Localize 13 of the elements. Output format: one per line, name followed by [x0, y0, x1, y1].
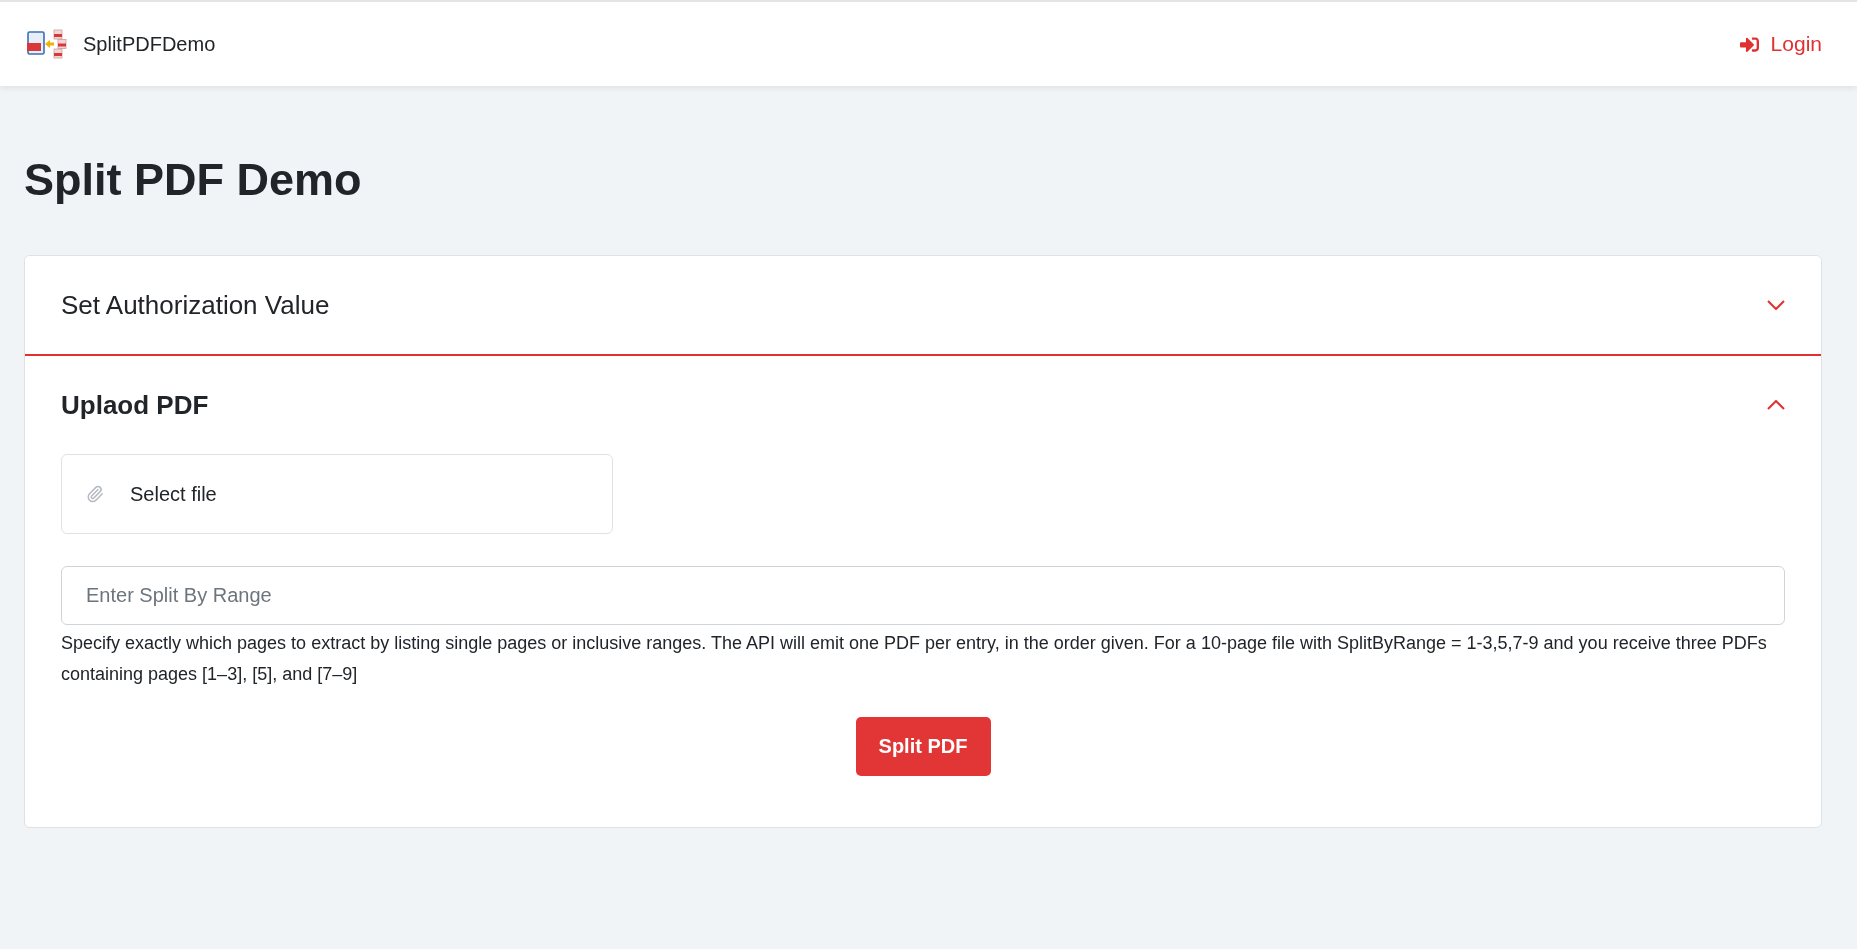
paperclip-icon [86, 485, 104, 503]
login-link[interactable]: Login [1739, 32, 1822, 56]
chevron-up-icon [1767, 400, 1785, 410]
help-text: Specify exactly which pages to extract by listing single pages or inclusive ranges. The API will emit one PDF per entry, in the order given. For a 10-page file with SplitByRange = 1-3,5,7-9 and you receive three PDFs containing pages [1–3], [5], and [7–9] [61, 632, 1768, 686]
brand-link[interactable]: SplitPDFDemo [27, 29, 216, 59]
split-pdf-button[interactable]: Split PDF [855, 717, 991, 776]
sign-in-icon [1739, 34, 1759, 54]
brand-name: SplitPDFDemo [83, 32, 216, 56]
chevron-down-icon [1767, 300, 1785, 310]
range-input-field[interactable]: Enter Split By Range [61, 566, 1785, 625]
logo-icon [27, 29, 67, 59]
file-picker[interactable]: Select file [61, 454, 613, 534]
page-title: Split PDF Demo [24, 153, 363, 207]
